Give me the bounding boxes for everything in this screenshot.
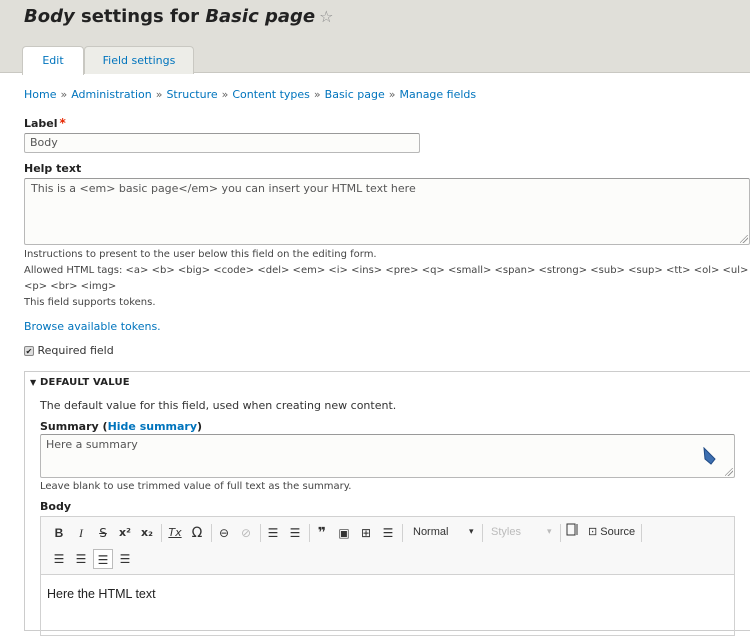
summary-label-close: ) xyxy=(197,420,203,433)
default-value-legend[interactable]: ▼ DEFAULT VALUE xyxy=(30,377,130,388)
toolbar-separator xyxy=(482,524,483,542)
browse-tokens-link[interactable]: Browse available tokens. xyxy=(24,320,161,333)
help-desc-line: Instructions to present to the user belo… xyxy=(24,249,377,260)
breadcrumb-separator: » xyxy=(313,88,321,101)
toolbar-separator xyxy=(641,524,642,542)
help-text-description: Instructions to present to the user belo… xyxy=(24,247,750,311)
align-left-button[interactable]: ☰ xyxy=(93,549,113,569)
horizontal-line-button[interactable]: ☰ xyxy=(378,523,398,543)
show-blocks-button[interactable] xyxy=(563,523,583,543)
unlink-button[interactable]: ⊘ xyxy=(236,523,256,543)
required-marker: * xyxy=(59,116,66,130)
resize-handle[interactable] xyxy=(740,235,748,243)
breadcrumb-content-types[interactable]: Content types xyxy=(232,88,310,101)
required-field-label: Required field xyxy=(37,344,114,357)
editor-toolbar: B I S x² x₂ Tx Ω ⊖ ⊘ ☰ ☰ ❞ ▣ ⊞ ☰ Normal ▾… xyxy=(41,517,734,575)
format-select[interactable]: Normal ▾ xyxy=(413,526,474,538)
star-icon[interactable]: ☆ xyxy=(319,7,333,26)
required-field-row: ✔ Required field xyxy=(24,344,114,357)
summary-value: Here a summary xyxy=(46,438,138,451)
table-button[interactable]: ⊞ xyxy=(356,523,376,543)
legend-text: DEFAULT VALUE xyxy=(40,377,130,388)
cursor-pointer-icon xyxy=(703,447,716,465)
summary-description: Leave blank to use trimmed value of full… xyxy=(40,481,352,492)
toolbar-separator xyxy=(560,524,561,542)
show-blocks-icon xyxy=(566,523,578,536)
title-field-name: Body xyxy=(24,6,75,27)
label-field-label: Label * xyxy=(24,116,66,130)
help-text-textarea[interactable]: This is a <em> basic page</em> you can i… xyxy=(24,178,750,245)
editor-content[interactable]: Here the HTML text xyxy=(41,575,734,613)
default-value-description: The default value for this field, used w… xyxy=(40,399,397,412)
label-text: Label xyxy=(24,117,58,130)
title-content-type: Basic page xyxy=(205,6,316,27)
strikethrough-button[interactable]: S xyxy=(93,523,113,543)
superscript-button[interactable]: x² xyxy=(115,523,135,543)
justify-button[interactable]: ☰ xyxy=(115,549,135,569)
align-right-button[interactable]: ☰ xyxy=(49,549,69,569)
breadcrumb-administration[interactable]: Administration xyxy=(71,88,152,101)
page-title: Body settings for Basic page ☆ xyxy=(24,6,333,27)
toolbar-separator xyxy=(309,524,310,542)
source-button[interactable]: ⊡ Source xyxy=(588,525,635,538)
bulleted-list-button[interactable]: ☰ xyxy=(263,523,283,543)
tab-bar: Edit Field settings xyxy=(22,46,194,75)
page-header: Body settings for Basic page ☆ Edit Field… xyxy=(0,0,750,75)
toolbar-separator xyxy=(402,524,403,542)
bold-button[interactable]: B xyxy=(49,523,69,543)
allowed-tags-line-2: <p> <br> <img> xyxy=(24,281,117,292)
help-text-label: Help text xyxy=(24,162,82,175)
blockquote-button[interactable]: ❞ xyxy=(312,523,332,543)
summary-label-text: Summary ( xyxy=(40,420,108,433)
toolbar-separator xyxy=(161,524,162,542)
image-button[interactable]: ▣ xyxy=(334,523,354,543)
body-label: Body xyxy=(40,500,71,513)
hide-summary-link[interactable]: Hide summary xyxy=(108,420,197,433)
allowed-tags-line: Allowed HTML tags: <a> <b> <big> <code> … xyxy=(24,265,750,276)
numbered-list-button[interactable]: ☰ xyxy=(285,523,305,543)
collapse-triangle-icon: ▼ xyxy=(30,378,37,387)
remove-format-button[interactable]: Tx xyxy=(165,523,185,543)
tokens-support-line: This field supports tokens. xyxy=(24,297,156,308)
help-text-value: This is a <em> basic page</em> you can i… xyxy=(31,182,416,195)
breadcrumb-separator: » xyxy=(155,88,163,101)
breadcrumb-separator: » xyxy=(388,88,396,101)
summary-textarea[interactable]: Here a summary xyxy=(40,434,735,478)
special-character-button[interactable]: Ω xyxy=(187,523,207,543)
toolbar-separator xyxy=(260,524,261,542)
label-input[interactable]: Body xyxy=(24,133,420,153)
breadcrumb-manage-fields[interactable]: Manage fields xyxy=(399,88,476,101)
required-checkbox[interactable]: ✔ xyxy=(24,346,34,356)
format-select-value: Normal xyxy=(413,526,449,538)
link-button[interactable]: ⊖ xyxy=(214,523,234,543)
breadcrumb-structure[interactable]: Structure xyxy=(166,88,217,101)
chevron-down-icon: ▾ xyxy=(547,526,552,536)
tab-edit[interactable]: Edit xyxy=(22,46,84,75)
breadcrumb-separator: » xyxy=(60,88,68,101)
chevron-down-icon: ▾ xyxy=(469,526,474,536)
default-value-fieldset: ▼ DEFAULT VALUE The default value for th… xyxy=(24,371,750,636)
styles-select-value: Styles xyxy=(491,526,521,538)
align-center-button[interactable]: ☰ xyxy=(71,549,91,569)
title-middle: settings for xyxy=(74,6,206,27)
breadcrumb-basic-page[interactable]: Basic page xyxy=(325,88,385,101)
tab-field-settings[interactable]: Field settings xyxy=(84,46,194,74)
breadcrumb-separator: » xyxy=(221,88,229,101)
resize-handle[interactable] xyxy=(725,468,733,476)
italic-button[interactable]: I xyxy=(71,523,91,543)
toolbar-separator xyxy=(211,524,212,542)
breadcrumb: Home» Administration» Structure» Content ty… xyxy=(24,88,476,101)
breadcrumb-home[interactable]: Home xyxy=(24,88,56,101)
rich-text-editor: B I S x² x₂ Tx Ω ⊖ ⊘ ☰ ☰ ❞ ▣ ⊞ ☰ Normal ▾… xyxy=(40,516,735,636)
summary-label: Summary (Hide summary) xyxy=(40,420,202,433)
source-icon: ⊡ xyxy=(588,526,598,538)
styles-select[interactable]: Styles ▾ xyxy=(491,526,552,538)
source-label: Source xyxy=(600,526,636,538)
subscript-button[interactable]: x₂ xyxy=(137,523,157,543)
